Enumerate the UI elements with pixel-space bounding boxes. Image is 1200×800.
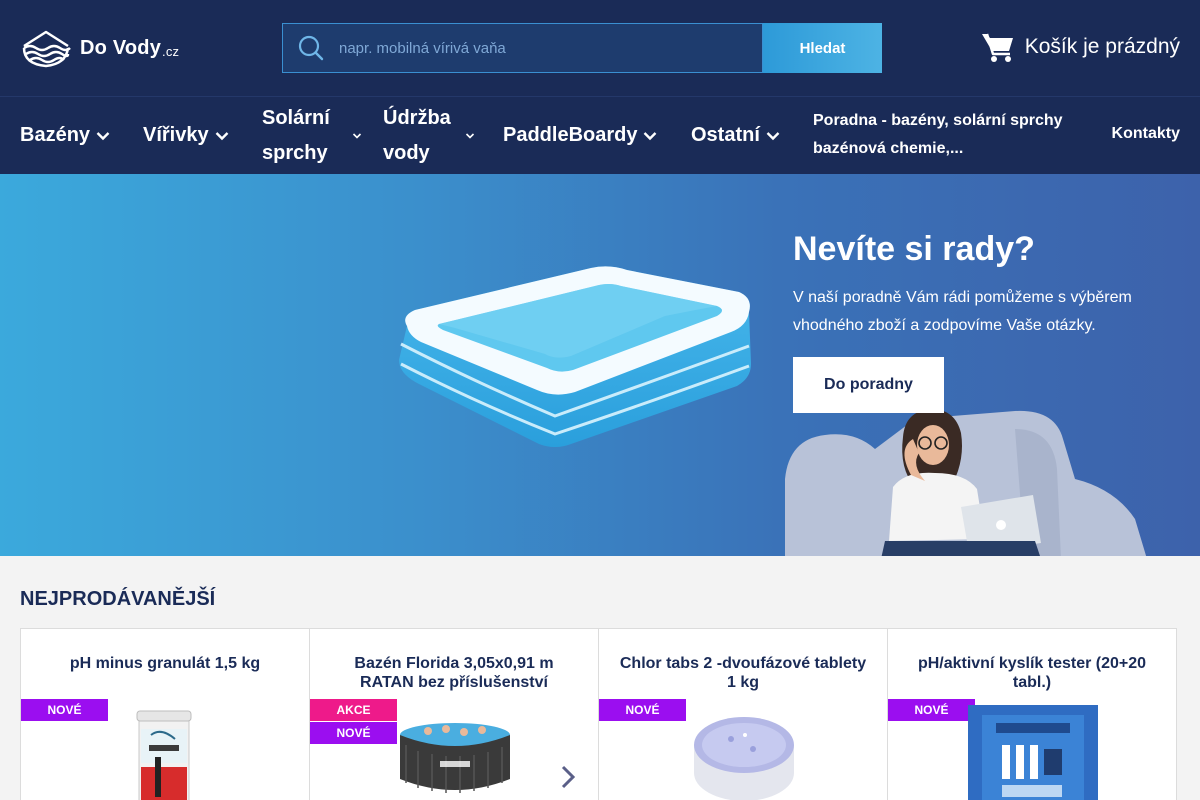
nav-item-label: PaddleBoardy [503,124,638,146]
product-image[interactable] [121,709,209,800]
nav-item-poradna[interactable]: Poradna - bazény, solární sprchy bazénov… [813,107,1083,163]
cart-link[interactable]: Košík je prázdný [981,30,1180,64]
nav-item-label-line2: vody [383,142,430,164]
product-card[interactable]: Chlor tabs 2 -dvoufázové tablety 1 kg NO… [598,628,888,800]
bestsellers-title: NEJPRODÁVANĚJŠÍ [20,588,216,610]
search-input[interactable] [339,39,739,57]
hero-title: Nevíte si rady? [793,230,1035,268]
product-card[interactable]: Bazén Florida 3,05x0,91 m RATAN bez přís… [309,628,599,800]
logo-link[interactable]: Do Vody.cz [20,28,179,68]
search-button[interactable]: Hledat [763,23,882,73]
nav-item-label: Solární sprchy [262,101,346,171]
badge-sale: AKCE [310,699,397,721]
hero-banner: Nevíte si rady? V naší poradně Vám rádi … [0,174,1200,556]
nav-item-bazeny[interactable]: Bazény [20,118,110,153]
nav-poradna-line1: Poradna - bazény, solární sprchy [813,112,1063,129]
nav-item-label: Vířivky [143,124,209,146]
search-icon [283,24,339,72]
header: Do Vody.cz Hledat Košík je prázdný [0,0,1200,96]
product-title[interactable]: Bazén Florida 3,05x0,91 m RATAN bez přís… [330,654,578,692]
badge-new: NOVÉ [310,722,397,744]
search-bar: Hledat [282,23,882,73]
hero-text: V naší poradně Vám rádi pomůžeme s výběr… [793,289,1132,334]
product-image[interactable] [691,715,797,800]
search-field [282,23,763,73]
product-title[interactable]: pH/aktivní kyslík tester (20+20 tabl.) [908,654,1156,692]
nav-item-label-line2: sprchy [262,142,328,164]
nav-item-label: Bazény [20,124,91,146]
badge-new: NOVÉ [21,699,108,721]
woman-with-laptop-image [785,409,1147,556]
product-image[interactable] [398,721,512,800]
main-nav: Bazény Vířivky Solární sprchy Údržba vod… [0,96,1200,174]
chevron-down-icon [766,131,780,140]
chevron-down-icon [215,131,228,140]
nav-item-udrzba-vody[interactable]: Údržba vody [383,101,475,171]
product-image[interactable] [968,705,1098,800]
cart-icon [981,33,1013,62]
logo-waves-icon [22,30,71,68]
chevron-down-icon [644,131,657,140]
logo-text: Do Vody.cz [80,36,180,59]
nav-poradna-line2: bazénová chemie,... [813,140,964,157]
nav-item-solarni-sprchy[interactable]: Solární sprchy [262,101,362,171]
chevron-down-icon [96,131,110,140]
nav-item-paddleboardy[interactable]: PaddleBoardy [503,118,657,153]
chevron-down-icon [352,133,362,139]
product-title[interactable]: Chlor tabs 2 -dvoufázové tablety 1 kg [619,654,867,692]
nav-item-label-line1: Údržba [383,107,451,129]
nav-item-kontakty[interactable]: Kontakty [1112,125,1180,143]
do-poradny-button[interactable]: Do poradny [793,357,944,413]
product-title[interactable]: pH minus granulát 1,5 kg [41,654,289,673]
nav-item-virivky[interactable]: Vířivky [143,118,229,153]
product-card[interactable]: pH minus granulát 1,5 kg NOVÉ [20,628,310,800]
chevron-right-icon[interactable] [560,765,576,789]
product-carousel: pH minus granulát 1,5 kg NOVÉ Bazén Flor… [20,628,1180,800]
nav-item-label-line1: Solární [262,107,330,129]
nav-item-label: Údržba vody [383,101,459,171]
cart-label: Košík je prázdný [1024,35,1180,58]
badge-new: NOVÉ [888,699,975,721]
inflatable-pool-image [399,266,751,447]
chevron-down-icon [465,133,475,139]
nav-item-label: Ostatní [691,124,760,146]
nav-item-ostatni[interactable]: Ostatní [691,118,780,153]
logo-tld: .cz [162,43,180,59]
badge-new: NOVÉ [599,699,686,721]
product-card[interactable]: pH/aktivní kyslík tester (20+20 tabl.) N… [887,628,1177,800]
